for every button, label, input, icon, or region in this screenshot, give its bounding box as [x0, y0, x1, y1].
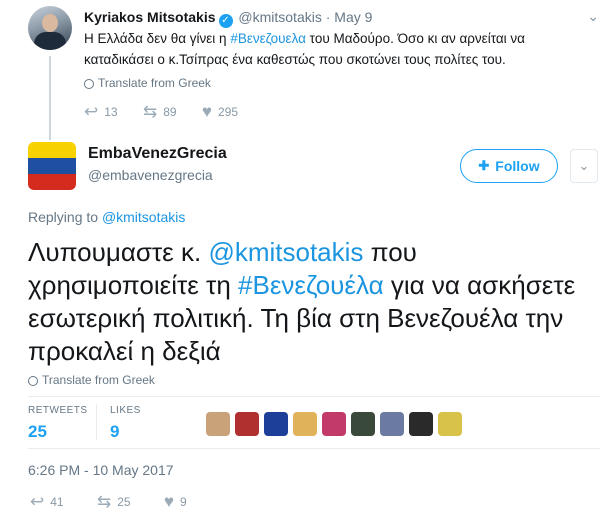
- reply-icon: ↩: [30, 492, 45, 511]
- parent-translate-link[interactable]: Translate from Greek: [84, 76, 211, 90]
- main-tweet-text: Λυπουμαστε κ. @kmitsotakis που χρησιμοπο…: [28, 236, 588, 368]
- parent-reply-count: 13: [104, 105, 118, 119]
- replying-to: Replying to @kmitsotakis: [28, 209, 185, 225]
- globe-icon: [84, 79, 94, 89]
- parent-text-part: Η Ελλάδα δεν θα γίνει η: [84, 31, 231, 46]
- tweet-timestamp[interactable]: 6:26 PM - 10 May 2017: [28, 462, 174, 478]
- thread-connector-line: [49, 56, 51, 140]
- main-retweet-button[interactable]: ⇆ 25: [97, 492, 131, 512]
- follow-label: Follow: [495, 158, 540, 174]
- main-translate-label: Translate from Greek: [42, 373, 155, 387]
- globe-icon: [28, 376, 38, 386]
- main-display-name[interactable]: EmbaVenezGrecia: [88, 145, 227, 163]
- add-user-icon: ✚: [478, 158, 490, 173]
- parent-reply-button[interactable]: ↩ 13: [84, 102, 118, 122]
- liker-avatar[interactable]: [380, 412, 404, 436]
- heart-icon: ♥: [201, 102, 212, 121]
- likes-count[interactable]: 9: [110, 422, 119, 442]
- reply-icon: ↩: [84, 102, 99, 121]
- main-handle[interactable]: @embavenezgrecia: [88, 167, 213, 183]
- parent-avatar[interactable]: [28, 6, 72, 50]
- liker-avatar[interactable]: [322, 412, 346, 436]
- replying-prefix: Replying to: [28, 209, 102, 225]
- parent-retweet-count: 89: [163, 105, 177, 119]
- main-text-part: Λυπουμαστε κ.: [28, 237, 209, 267]
- follow-button[interactable]: ✚ Follow: [460, 149, 558, 183]
- parent-action-bar: ↩ 13 ⇆ 89 ♥ 295: [84, 102, 260, 122]
- liker-avatar[interactable]: [235, 412, 259, 436]
- liker-avatar[interactable]: [409, 412, 433, 436]
- main-retweet-count: 25: [117, 495, 131, 509]
- parent-like-button[interactable]: ♥ 295: [202, 102, 238, 122]
- main-like-button[interactable]: ♥ 9: [164, 492, 187, 512]
- mention-link[interactable]: @kmitsotakis: [208, 237, 363, 267]
- parent-tweet-text: Η Ελλάδα δεν θα γίνει η #Βενεζουελα του …: [84, 28, 584, 70]
- parent-like-count: 295: [218, 105, 239, 119]
- parent-hashtag-link[interactable]: #Βενεζουελα: [230, 31, 306, 46]
- stats-separator: [96, 404, 97, 440]
- liker-avatar[interactable]: [351, 412, 375, 436]
- main-avatar[interactable]: [28, 142, 76, 190]
- stats-divider-top: [28, 396, 600, 397]
- main-reply-button[interactable]: ↩ 41: [30, 492, 64, 512]
- retweet-icon: ⇆: [142, 102, 158, 121]
- stats-divider-bottom: [28, 448, 600, 449]
- likes-label: LIKES: [110, 405, 141, 416]
- main-reply-count: 41: [50, 495, 64, 509]
- parent-more-chevron-down-icon[interactable]: ⌄: [587, 8, 599, 25]
- heart-icon: ♥: [163, 492, 174, 511]
- retweets-count[interactable]: 25: [28, 422, 47, 442]
- header-separator: ·: [325, 9, 331, 25]
- liker-avatar[interactable]: [206, 412, 230, 436]
- parent-display-name[interactable]: Kyriakos Mitsotakis: [84, 9, 216, 25]
- liker-avatar[interactable]: [438, 412, 462, 436]
- main-translate-link[interactable]: Translate from Greek: [28, 373, 155, 387]
- replying-handle-link[interactable]: @kmitsotakis: [102, 209, 185, 225]
- liker-avatar[interactable]: [264, 412, 288, 436]
- liker-avatar[interactable]: [293, 412, 317, 436]
- main-action-bar: ↩ 41 ⇆ 25 ♥ 9: [30, 492, 217, 512]
- verified-badge-icon: ✓: [218, 14, 233, 28]
- parent-tweet-header: Kyriakos Mitsotakis ✓ @kmitsotakis · May …: [84, 9, 372, 28]
- parent-handle[interactable]: @kmitsotakis: [238, 9, 321, 25]
- parent-retweet-button[interactable]: ⇆ 89: [143, 102, 177, 122]
- retweet-icon: ⇆: [96, 492, 112, 511]
- retweets-label: RETWEETS: [28, 405, 88, 416]
- parent-date[interactable]: May 9: [334, 9, 372, 25]
- main-more-chevron-down-icon[interactable]: ⌄: [570, 149, 598, 183]
- main-hashtag-link[interactable]: #Βενεζουέλα: [238, 270, 384, 300]
- parent-translate-label: Translate from Greek: [98, 76, 211, 90]
- main-like-count: 9: [180, 495, 187, 509]
